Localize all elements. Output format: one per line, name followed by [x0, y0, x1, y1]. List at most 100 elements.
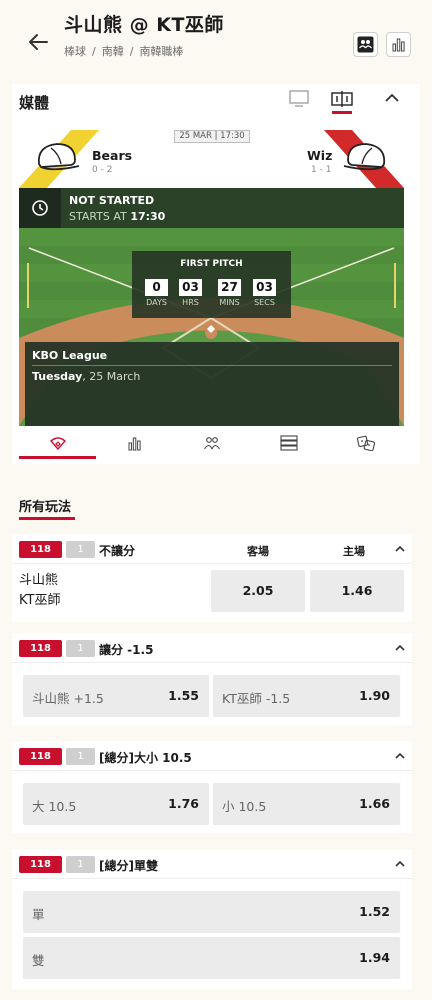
page-header: 斗山熊 @ KT巫師 棒球 / 南韓 / 南韓職棒	[0, 0, 432, 80]
countdown-label: DAYS	[146, 298, 167, 307]
market-name: [總分]大小 10.5	[99, 751, 192, 765]
countdown-label: HRS	[182, 298, 199, 307]
market-header[interactable]: 118 1 不讓分 客場 主場	[12, 534, 412, 564]
chevron-up-icon[interactable]	[393, 641, 407, 655]
match-datetime: 25 MAR | 17:30	[174, 130, 250, 143]
countdown-label: SECS	[254, 298, 275, 307]
odd-value: 1.55	[168, 688, 199, 703]
odd-value: 1.52	[359, 904, 390, 919]
markets-title-underline	[19, 517, 75, 520]
away-team-record: 1 - 1	[311, 165, 332, 175]
scoreboard-icon[interactable]	[331, 90, 353, 108]
chevron-up-icon[interactable]	[384, 92, 400, 104]
odd-button-home[interactable]: 1.46	[310, 570, 404, 612]
odd-button[interactable]: 小 10.5 1.66	[213, 783, 400, 825]
market-header[interactable]: 118 1 [總分]單雙	[12, 849, 412, 879]
away-team-name: Wiz	[307, 148, 333, 163]
list-icon	[279, 435, 298, 451]
odd-value: 2.05	[242, 583, 274, 598]
countdown-heading: FIRST PITCH	[180, 259, 243, 269]
home-team-helmet-icon	[37, 143, 80, 171]
home-team-record: 0 - 2	[92, 165, 113, 175]
odd-button[interactable]: KT巫師 -1.5 1.90	[213, 675, 400, 717]
countdown-seconds: 03 SECS	[251, 279, 278, 307]
tab-head-to-head[interactable]	[327, 426, 404, 460]
odd-button[interactable]: 大 10.5 1.76	[23, 783, 209, 825]
team-b-name: KT巫師	[19, 593, 61, 608]
match-date: Tuesday, 25 March	[32, 370, 140, 383]
start-time: STARTS AT 17:30	[69, 210, 165, 223]
market-header[interactable]: 118 1 [總分]大小 10.5	[12, 741, 412, 771]
countdown-value: 03	[179, 279, 202, 296]
stats-button[interactable]	[386, 32, 411, 57]
odd-button[interactable]: 單 1.52	[23, 891, 400, 933]
market-header[interactable]: 118 1 讓分 -1.5	[12, 633, 412, 663]
baseball-field: NOT STARTED STARTS AT 17:30 FIRST PITCH …	[19, 188, 404, 426]
odd-value: 1.46	[341, 583, 373, 598]
tab-stats[interactable]	[96, 426, 173, 460]
chevron-up-icon[interactable]	[393, 542, 407, 556]
people-icon	[357, 36, 374, 53]
market-totals: 118 1 [總分]大小 10.5 大 10.5 1.76 小 10.5 1.6…	[12, 741, 412, 833]
countdown-days: 0 DAYS	[143, 279, 170, 307]
countdown-value: 0	[145, 279, 168, 296]
market-id-badge: 118	[19, 856, 62, 873]
chevron-up-icon[interactable]	[393, 857, 407, 871]
countdown-value: 03	[253, 279, 276, 296]
teams-bar: 25 MAR | 17:30 Bears 0 - 2 Wiz 1 - 1	[19, 130, 404, 188]
market-odd-even: 118 1 [總分]單雙 單 1.52 雙 1.94	[12, 849, 412, 989]
breadcrumb: 棒球 / 南韓 / 南韓職棒	[64, 43, 183, 59]
tab-list[interactable]	[250, 426, 327, 460]
lineups-button[interactable]	[353, 32, 378, 57]
option-label: KT巫師 -1.5	[222, 691, 291, 706]
start-time-value: 17:30	[130, 210, 166, 223]
market-name: 讓分 -1.5	[99, 643, 154, 657]
odd-value: 1.76	[168, 796, 199, 811]
countdown-minutes: 27 MINS	[216, 279, 243, 307]
odd-button[interactable]: 斗山熊 +1.5 1.55	[23, 675, 209, 717]
market-count-badge: 1	[66, 541, 95, 558]
page-title: 斗山熊 @ KT巫師	[64, 14, 224, 36]
match-status-bar: NOT STARTED STARTS AT 17:30	[19, 188, 404, 228]
markets-title[interactable]: 所有玩法	[19, 496, 71, 515]
media-tabs	[19, 426, 404, 460]
odd-button[interactable]: 雙 1.94	[23, 937, 400, 979]
market-count-badge: 1	[66, 748, 95, 765]
breadcrumb-item[interactable]: 南韓	[102, 45, 124, 58]
media-tab-indicator	[332, 111, 352, 114]
market-name: 不讓分	[99, 544, 136, 558]
market-handicap: 118 1 讓分 -1.5 斗山熊 +1.5 1.55 KT巫師 -1.5 1.…	[12, 633, 412, 725]
odd-value: 1.66	[359, 796, 390, 811]
tab-lineups[interactable]	[173, 426, 250, 460]
people-icon	[203, 437, 220, 450]
option-label: 大 10.5	[32, 799, 77, 814]
match-day: Tuesday	[32, 370, 83, 383]
away-team-helmet-icon	[343, 143, 386, 171]
market-count-badge: 1	[66, 856, 95, 873]
active-tab-indicator	[19, 456, 96, 459]
dice-icon	[356, 435, 375, 451]
breadcrumb-separator: /	[92, 45, 96, 58]
bar-chart-icon	[392, 38, 405, 52]
tab-field[interactable]	[19, 426, 96, 460]
market-moneyline: 118 1 不讓分 客場 主場 斗山熊 KT巫師 2.05 1.46	[12, 534, 412, 622]
breadcrumb-item[interactable]: 南韓職棒	[139, 45, 183, 58]
breadcrumb-item[interactable]: 棒球	[64, 45, 86, 58]
back-arrow-icon[interactable]	[26, 30, 50, 54]
media-title: 媒體	[19, 94, 50, 112]
countdown-box: FIRST PITCH 0 DAYS 03 HRS 27 MINS 03 SEC…	[132, 251, 291, 318]
odd-value: 1.90	[359, 688, 390, 703]
column-away: 客場	[247, 545, 269, 558]
baseball-diamond-icon	[49, 437, 66, 450]
divider	[32, 365, 392, 366]
start-time-prefix: STARTS AT	[69, 210, 127, 223]
option-label: 雙	[32, 953, 45, 968]
odd-button-away[interactable]: 2.05	[211, 570, 305, 612]
chevron-up-icon[interactable]	[393, 749, 407, 763]
timer-icon	[32, 200, 48, 216]
match-state: NOT STARTED	[69, 194, 155, 207]
tv-icon[interactable]	[289, 90, 309, 108]
countdown-hours: 03 HRS	[177, 279, 204, 307]
league-name: KBO League	[32, 349, 108, 362]
home-team-name: Bears	[92, 148, 133, 163]
